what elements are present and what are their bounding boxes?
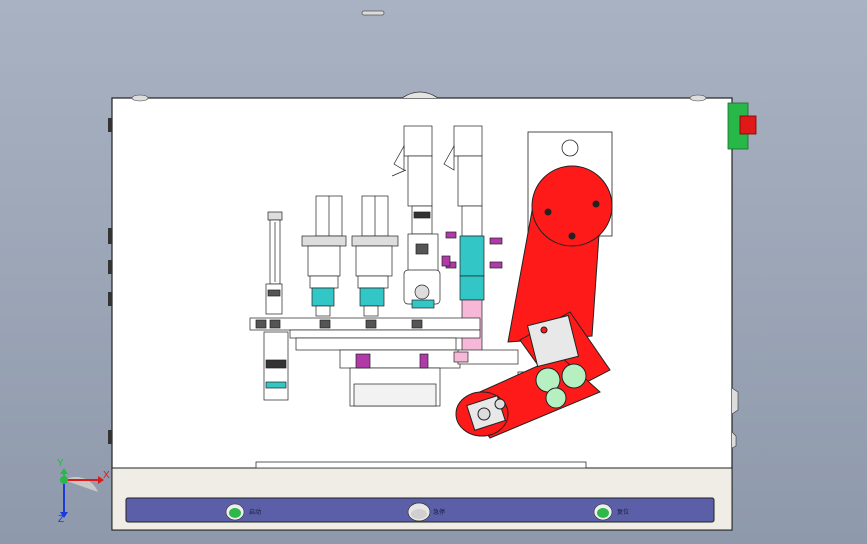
reset-button-label: 复位 bbox=[617, 509, 630, 516]
start-button[interactable] bbox=[225, 503, 245, 521]
triad-x-label: X bbox=[103, 470, 110, 481]
minimize-bar-icon[interactable] bbox=[361, 10, 385, 16]
emergency-stop-button[interactable] bbox=[407, 502, 431, 522]
side-tab[interactable] bbox=[727, 102, 757, 150]
triad-y-label: Y bbox=[57, 458, 64, 469]
base-rail bbox=[255, 461, 587, 469]
axis-triad bbox=[60, 468, 104, 518]
reset-button[interactable] bbox=[593, 503, 613, 521]
cad-viewport[interactable] bbox=[0, 0, 867, 544]
triad-z-label: Z bbox=[58, 514, 65, 525]
emergency-stop-button-label: 急停 bbox=[433, 509, 446, 516]
start-button-label: 启动 bbox=[249, 509, 262, 516]
